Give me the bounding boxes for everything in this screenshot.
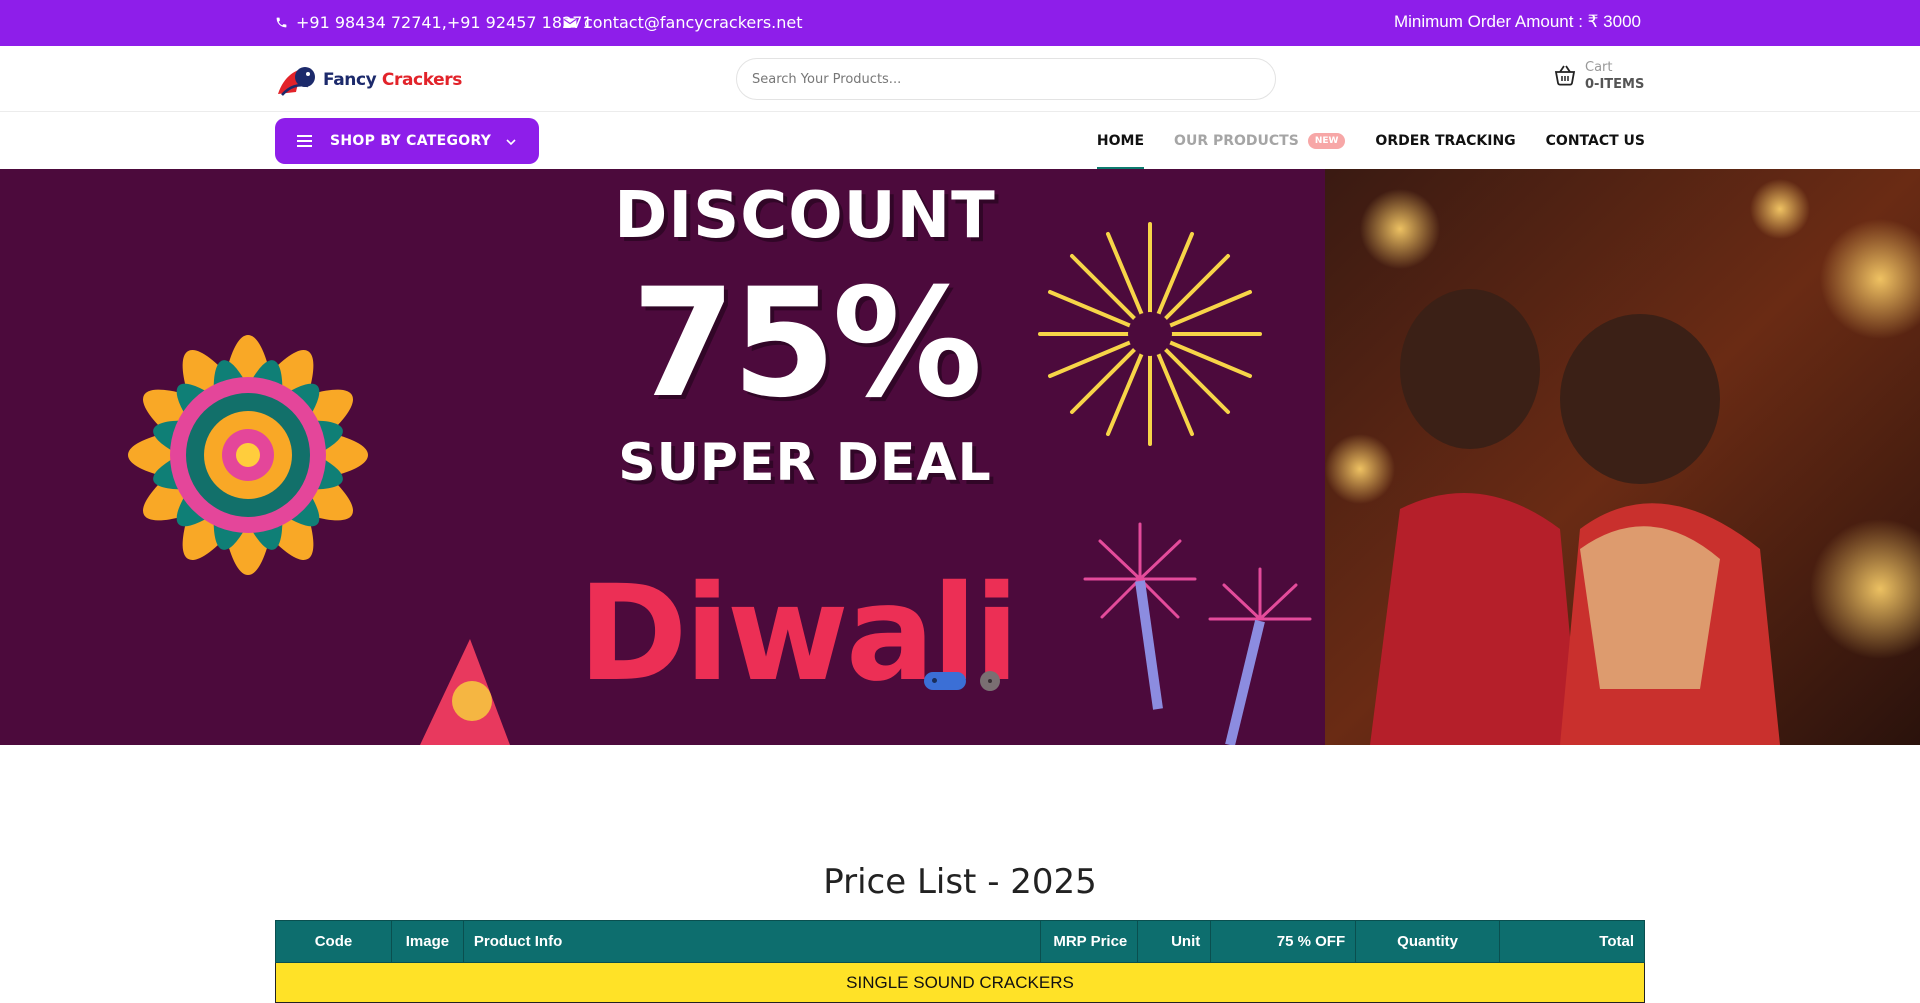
- top-info-bar: +91 98434 72741,+91 92457 18271 contact@…: [0, 0, 1920, 46]
- shop-by-category-button[interactable]: SHOP BY CATEGORY: [275, 118, 539, 164]
- logo-bird-icon: [274, 62, 320, 98]
- col-total: Total: [1499, 920, 1645, 963]
- nav-item-our-products[interactable]: OUR PRODUCTS NEW: [1174, 112, 1346, 169]
- logo-text: Fancy Crackers: [323, 70, 462, 90]
- product-search: [736, 58, 1276, 100]
- col-unit: Unit: [1137, 920, 1212, 963]
- new-badge: NEW: [1307, 132, 1346, 149]
- cart-count: 0-ITEMS: [1585, 77, 1645, 92]
- minimum-order-text: Minimum Order Amount : ₹ 3000: [1393, 12, 1641, 31]
- envelope-icon: [563, 17, 577, 29]
- email-contact[interactable]: contact@fancycrackers.net: [563, 13, 803, 32]
- cart-widget[interactable]: Cart 0-ITEMS: [1553, 60, 1644, 94]
- slider-dot-2[interactable]: [980, 671, 1000, 691]
- banner-line-percent: 75%: [631, 257, 982, 431]
- phone-contact[interactable]: +91 98434 72741,+91 92457 18271: [275, 13, 593, 32]
- site-header: Fancy Crackers Cart 0-ITEMS: [0, 46, 1920, 112]
- category-name: SINGLE SOUND CRACKERS: [275, 962, 1645, 1003]
- category-row: SINGLE SOUND CRACKERS: [275, 962, 1645, 1003]
- price-list-table: Code Image Product Info MRP Price Unit 7…: [275, 920, 1645, 1003]
- shop-by-category-label: SHOP BY CATEGORY: [330, 133, 492, 149]
- nav-menu: HOME OUR PRODUCTS NEW ORDER TRACKING CON…: [1096, 112, 1645, 169]
- basket-icon: [1553, 64, 1577, 90]
- hero-banner-slider[interactable]: DISCOUNT 75% SUPER DEAL Diwali: [0, 169, 1920, 745]
- hamburger-icon: [297, 132, 312, 151]
- slider-pagination: [924, 671, 1000, 691]
- price-list-title: Price List - 2025: [823, 862, 1097, 902]
- col-quantity: Quantity: [1355, 920, 1501, 963]
- banner-line-super-deal: SUPER DEAL: [618, 433, 992, 493]
- col-code: Code: [275, 920, 392, 963]
- nav-item-order-tracking[interactable]: ORDER TRACKING: [1375, 112, 1515, 169]
- col-product-info: Product Info: [462, 920, 1042, 963]
- nav-item-home[interactable]: HOME: [1096, 112, 1145, 169]
- nav-item-contact-us[interactable]: CONTACT US: [1546, 112, 1645, 169]
- col-mrp-price: MRP Price: [1040, 920, 1139, 963]
- main-navigation: SHOP BY CATEGORY HOME OUR PRODUCTS NEW O…: [0, 112, 1920, 169]
- phone-icon: [275, 16, 288, 29]
- table-header-row: Code Image Product Info MRP Price Unit 7…: [275, 920, 1645, 963]
- site-logo[interactable]: Fancy Crackers: [274, 62, 462, 98]
- phone-numbers: +91 98434 72741,+91 92457 18271: [296, 13, 593, 32]
- slider-dot-1[interactable]: [924, 672, 966, 690]
- search-input[interactable]: [737, 59, 1275, 99]
- col-image: Image: [390, 920, 464, 963]
- col-discount: 75 % OFF: [1210, 920, 1357, 963]
- email-address: contact@fancycrackers.net: [584, 13, 803, 32]
- nav-item-our-products-label: OUR PRODUCTS: [1174, 132, 1299, 149]
- cart-label: Cart: [1585, 60, 1613, 75]
- chevron-down-icon: [505, 133, 517, 152]
- banner-line-discount: DISCOUNT: [614, 179, 996, 253]
